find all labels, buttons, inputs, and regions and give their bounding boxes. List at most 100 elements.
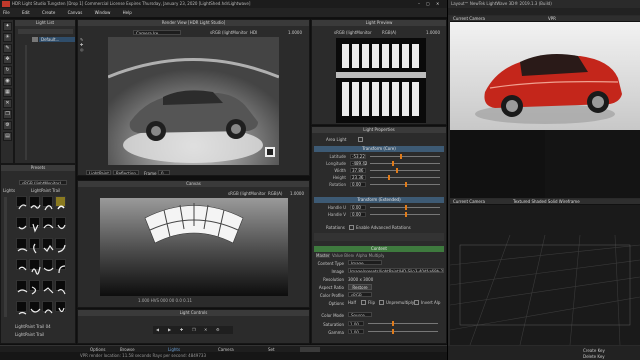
transform-ext-header[interactable]: Transform (Extended) (314, 197, 444, 203)
handle-v-input[interactable]: 0.00 (350, 212, 366, 217)
preset-thumb[interactable] (55, 238, 66, 253)
preset-thumb[interactable] (16, 259, 27, 271)
handle-u-slider[interactable] (370, 205, 440, 210)
select-tool-icon[interactable]: ✦ (3, 22, 12, 31)
canvas-image[interactable] (100, 198, 288, 296)
menu-edit[interactable]: Edit (22, 10, 30, 15)
copy-icon[interactable]: ❐ (192, 327, 196, 332)
opt-flip[interactable]: Flip (368, 300, 378, 305)
preset-thumb[interactable] (16, 301, 27, 315)
opt-unpremultiply[interactable]: Unpremultiply (386, 300, 414, 305)
content-tab-alpha[interactable]: Alpha Multiply (356, 253, 384, 258)
presets-profile-select[interactable]: sRGB (lightMonitor) (19, 180, 67, 185)
render-image[interactable] (108, 37, 279, 165)
preset-thumb[interactable] (29, 280, 40, 295)
color-mode-select[interactable]: Source (348, 312, 372, 317)
preview-colorspace[interactable]: sRGB (lightMonitor) (334, 30, 372, 35)
content-header[interactable]: Content (314, 246, 444, 252)
preset-thumb[interactable] (16, 238, 28, 252)
rotation-slider[interactable] (370, 182, 440, 187)
light-list-item[interactable]: Default... (39, 37, 75, 42)
width-slider[interactable] (370, 168, 440, 173)
minimize-icon[interactable]: – (418, 1, 420, 6)
color-profile-select[interactable]: sRGB (348, 292, 372, 297)
preview-mode[interactable]: RGB(A) (382, 30, 402, 35)
light-tool-icon[interactable]: ☀ (3, 33, 12, 42)
render-tab-lightpaint[interactable]: LightPaint (86, 170, 111, 175)
vpr-render-image[interactable] (450, 22, 640, 130)
preset-thumb[interactable] (16, 217, 27, 230)
preset-thumb[interactable] (29, 196, 41, 209)
opt-half[interactable]: Half (348, 300, 360, 305)
preset-thumb[interactable] (42, 238, 54, 252)
latitude-input[interactable]: -53.22 (350, 154, 366, 159)
zoom-icon[interactable]: ◎ (80, 47, 85, 52)
brush-tool-icon[interactable]: ✎ (3, 44, 12, 53)
move-tool-icon[interactable]: ✥ (3, 55, 12, 64)
half-checkbox[interactable] (361, 300, 366, 305)
longitude-slider[interactable] (370, 161, 440, 166)
rotation-input[interactable]: 0.00 (350, 182, 366, 187)
camera-tool-icon[interactable]: ◉ (3, 77, 12, 86)
trash-icon[interactable]: ✕ (204, 327, 207, 332)
preset-thumb[interactable] (42, 301, 53, 314)
handle-u-input[interactable]: 0.00 (350, 205, 366, 210)
opt-invert-alpha[interactable]: Invert Alp (421, 300, 446, 305)
folder-tool-icon[interactable]: ▤ (3, 132, 12, 141)
presets-tab-trail[interactable]: LightPaint Trail (31, 188, 73, 193)
render-colorspace[interactable]: sRGB (lightMonitor) (210, 30, 248, 35)
close-icon[interactable]: ✕ (436, 1, 439, 6)
light-preview-image[interactable] (336, 38, 426, 123)
grid-tool-icon[interactable]: ▦ (3, 88, 12, 97)
gamma-input[interactable]: 1.00 (348, 329, 364, 334)
viewport-empty-tr[interactable] (545, 130, 640, 198)
textured-viewport[interactable] (450, 205, 640, 345)
preset-thumb[interactable] (29, 238, 40, 254)
canvas-mode[interactable]: RGB(A) (268, 191, 288, 196)
restore-button[interactable]: Restore (348, 284, 372, 290)
preset-thumb[interactable] (42, 196, 53, 211)
preset-thumb[interactable] (55, 301, 66, 313)
menu-help[interactable]: Help (123, 10, 132, 15)
settings-icon[interactable]: ⚙ (216, 327, 220, 332)
preset-thumb[interactable] (29, 259, 41, 275)
handle-v-slider[interactable] (370, 212, 440, 217)
copy-tool-icon[interactable]: ❐ (3, 110, 12, 119)
preview-exposure[interactable]: 1.0000 (426, 30, 446, 35)
content-tab-master[interactable]: Master (316, 253, 330, 258)
longitude-input[interactable]: -489.42 (350, 161, 367, 166)
latitude-slider[interactable] (370, 154, 440, 159)
delete-key-label[interactable]: Delete Key (583, 354, 613, 359)
viewport-empty-tl[interactable] (450, 130, 545, 198)
render-mode[interactable]: HDI (250, 30, 270, 35)
preset-thumb[interactable] (42, 280, 54, 294)
maximize-icon[interactable]: ▢ (426, 1, 430, 6)
menu-canvas[interactable]: Canvas (68, 10, 83, 15)
image-path-input[interactable]: Image/presets/lightPaint/HD-Silo3-40df-a… (348, 268, 444, 273)
gamma-slider[interactable] (368, 329, 438, 334)
delete-tool-icon[interactable]: ✕ (3, 99, 12, 108)
settings-tool-icon[interactable]: ⚙ (3, 121, 12, 130)
play-icon[interactable]: ▶ (168, 327, 171, 332)
saturation-input[interactable]: 1.00 (348, 321, 364, 326)
preset-thumb[interactable] (29, 301, 41, 313)
preset-thumb[interactable] (55, 259, 66, 274)
saturation-slider[interactable] (368, 321, 438, 326)
preset-thumb[interactable] (42, 217, 54, 229)
height-input[interactable]: 23.36 (350, 175, 366, 180)
transform-core-header[interactable]: Transform (Core) (314, 146, 444, 152)
content-type-select[interactable]: Image (348, 260, 382, 265)
menu-create[interactable]: Create (42, 10, 55, 15)
preset-thumb-selected[interactable] (55, 196, 66, 210)
preset-thumb[interactable] (16, 196, 27, 210)
menu-file[interactable]: File (3, 10, 10, 15)
preset-thumb[interactable] (55, 280, 66, 295)
preset-thumb[interactable] (42, 259, 54, 272)
create-key-label[interactable]: Create Key (583, 348, 613, 353)
prev-icon[interactable]: ◀ (156, 327, 159, 332)
render-exposure[interactable]: 1.0000 (288, 30, 308, 35)
width-input[interactable]: 37.86 (350, 168, 366, 173)
render-reflection-select[interactable]: Reflection (113, 170, 139, 175)
content-tab-value-blend[interactable]: Value Blend (332, 253, 354, 258)
light-list-row-header[interactable] (18, 29, 73, 34)
